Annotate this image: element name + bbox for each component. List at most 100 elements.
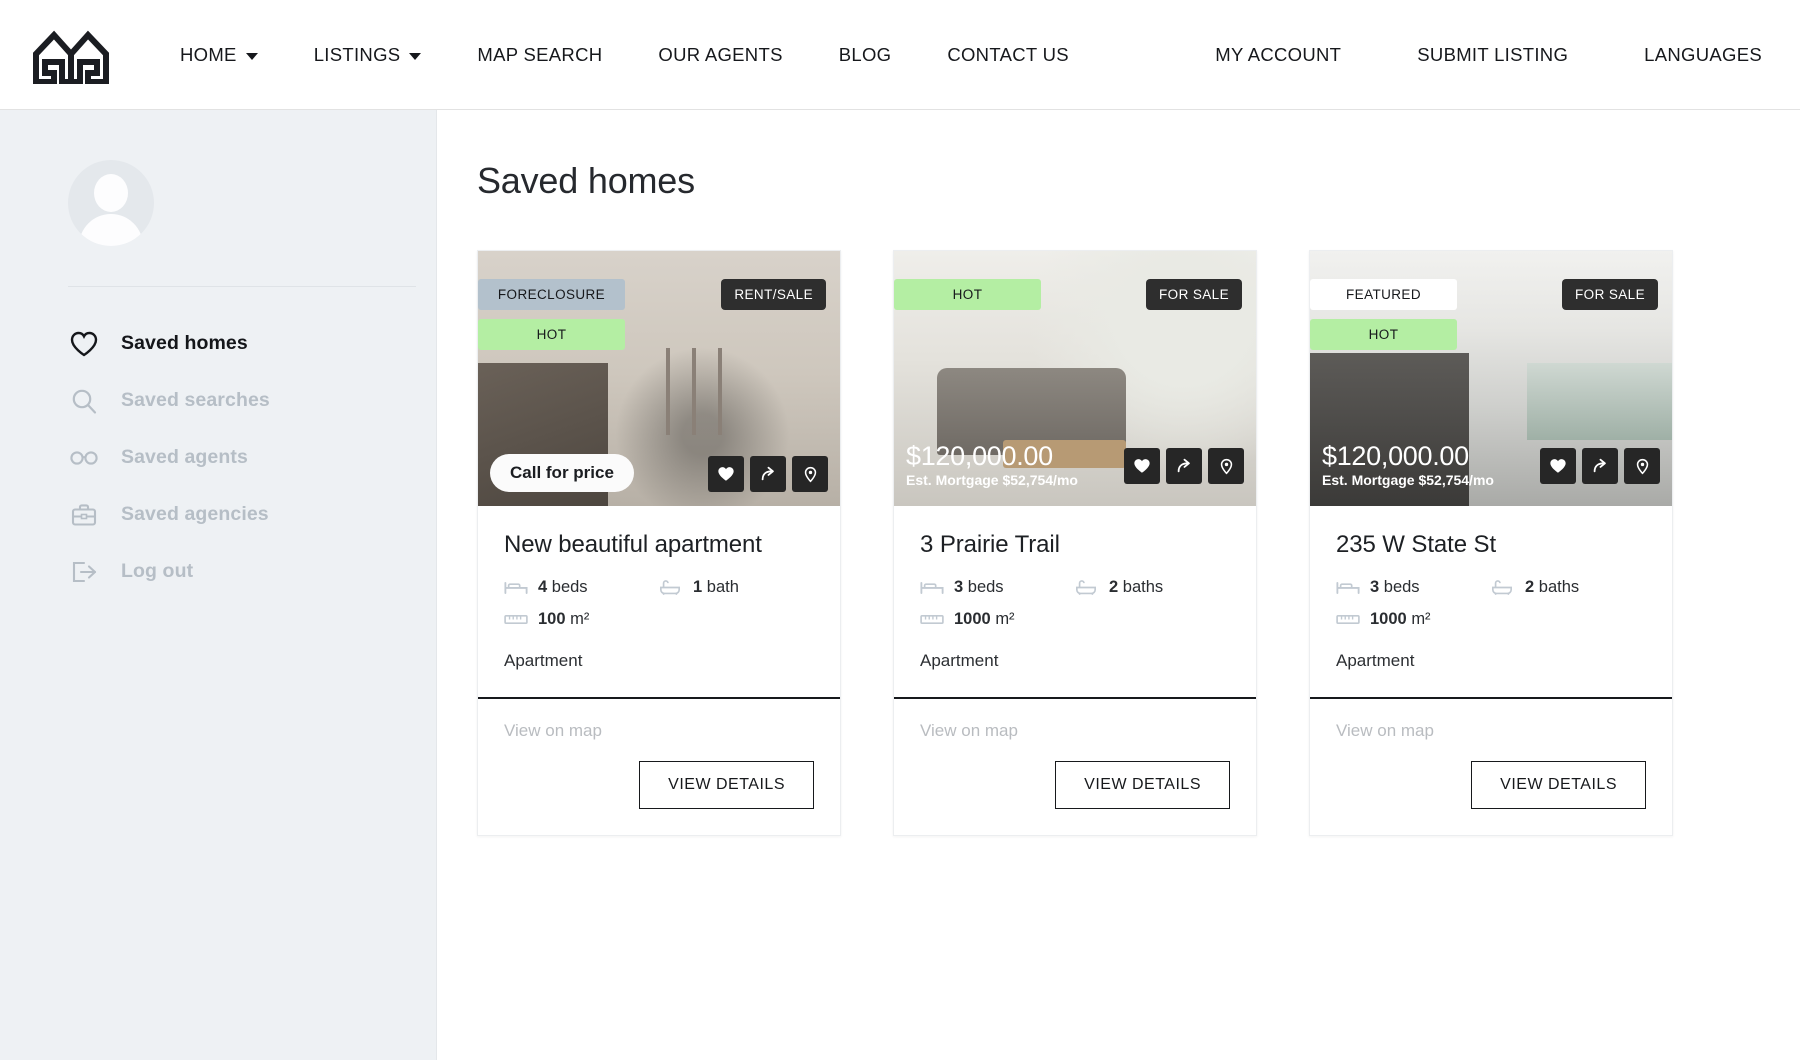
ruler-icon: [920, 609, 944, 629]
nav-label: HOME: [180, 43, 237, 65]
beds-count: 3: [954, 577, 964, 596]
property-specs: 4 beds 1 bath 100 m²: [504, 577, 814, 629]
baths-label: bath: [706, 577, 739, 596]
property-card[interactable]: FORECLOSURE HOT RENT/SALE Call for price: [477, 250, 841, 837]
map-pin-button[interactable]: [792, 456, 828, 492]
status-badge: HOT: [478, 319, 625, 350]
favorite-button[interactable]: [1124, 448, 1160, 485]
bath-icon: [1491, 577, 1515, 597]
area-unit: m²: [570, 609, 590, 628]
listing-type-badge: RENT/SALE: [721, 279, 826, 310]
property-media: FORECLOSURE HOT RENT/SALE Call for price: [478, 251, 840, 506]
view-on-map-link[interactable]: View on map: [504, 721, 814, 741]
nav-item-languages[interactable]: LANGUAGES: [1606, 44, 1762, 66]
view-details-button[interactable]: VIEW DETAILS: [1055, 761, 1230, 810]
ruler-icon: [504, 609, 528, 629]
nav-item-blog[interactable]: BLOG: [811, 44, 920, 66]
map-pin-button[interactable]: [1624, 448, 1660, 485]
status-badge: FEATURED: [1310, 279, 1457, 310]
sidebar-item-saved-agents[interactable]: Saved agents: [68, 429, 410, 486]
chevron-down-icon: [409, 52, 422, 60]
price-block: $120,000.00 Est. Mortgage $52,754/mo: [1322, 441, 1494, 490]
ruler-icon: [1336, 609, 1360, 629]
area-spec: 100 m²: [504, 609, 814, 629]
nav-item-our-agents[interactable]: OUR AGENTS: [630, 44, 810, 66]
area-spec: 1000 m²: [1336, 609, 1646, 629]
price-amount: $120,000.00: [1322, 440, 1469, 471]
share-button[interactable]: [750, 456, 786, 492]
baths-label: baths: [1538, 577, 1580, 596]
nav-label: MAP SEARCH: [477, 43, 603, 65]
bed-icon: [1336, 577, 1360, 597]
nav-item-contact-us[interactable]: CONTACT US: [919, 44, 1097, 66]
nav-item-listings[interactable]: LISTINGS: [286, 44, 450, 66]
media-bottom-bar: $120,000.00 Est. Mortgage $52,754/mo: [894, 441, 1256, 492]
bath-icon: [1075, 577, 1099, 597]
nav-label: MY ACCOUNT: [1215, 43, 1342, 65]
card-footer: View on map VIEW DETAILS: [1310, 697, 1672, 835]
beds-label: beds: [551, 577, 588, 596]
avatar[interactable]: [68, 160, 154, 246]
view-details-button[interactable]: VIEW DETAILS: [1471, 761, 1646, 810]
account-sidebar: Saved homes Saved searches Saved agents …: [0, 110, 437, 1060]
nav-label: LANGUAGES: [1644, 43, 1762, 65]
property-type: Apartment: [1336, 651, 1415, 671]
sidebar-item-label: Saved agents: [121, 446, 248, 468]
secondary-nav: MY ACCOUNT SUBMIT LISTING LANGUAGES: [1177, 44, 1762, 66]
sidebar-divider: [68, 286, 416, 287]
site-logo-icon[interactable]: [32, 26, 110, 85]
property-title: 235 W State St: [1336, 531, 1497, 558]
favorite-button[interactable]: [1540, 448, 1576, 485]
property-type: Apartment: [920, 651, 999, 671]
property-card[interactable]: HOT FOR SALE $120,000.00 Est. Mortgage $…: [893, 250, 1257, 837]
property-details: New beautiful apartment 4 beds 1 bath 10…: [478, 506, 840, 697]
sidebar-item-saved-searches[interactable]: Saved searches: [68, 372, 410, 429]
area-spec: 1000 m²: [920, 609, 1230, 629]
badge-group-left: HOT: [894, 279, 1041, 310]
bed-icon: [920, 577, 944, 597]
sidebar-item-saved-homes[interactable]: Saved homes: [68, 315, 410, 372]
media-bottom-bar: Call for price: [478, 454, 840, 492]
property-details: 235 W State St 3 beds 2 baths 1000 m² Ap…: [1310, 506, 1672, 697]
property-title: 3 Prairie Trail: [920, 531, 1060, 558]
nav-label: CONTACT US: [947, 43, 1069, 65]
beds-spec: 3 beds: [1336, 577, 1491, 597]
main-content: Saved homes FORECLOSURE HOT RENT/SALE Ca…: [437, 110, 1800, 1060]
primary-nav: HOME LISTINGS MAP SEARCH OUR AGENTS BLOG…: [152, 44, 1097, 66]
bath-icon: [659, 577, 683, 597]
view-details-button[interactable]: VIEW DETAILS: [639, 761, 814, 810]
nav-item-my-account[interactable]: MY ACCOUNT: [1177, 44, 1379, 66]
area-value: 1000: [954, 609, 991, 628]
avatar-head: [94, 174, 128, 212]
beds-spec: 4 beds: [504, 577, 659, 597]
status-badge: HOT: [894, 279, 1041, 310]
nav-item-submit-listing[interactable]: SUBMIT LISTING: [1379, 44, 1606, 66]
sidebar-item-log-out[interactable]: Log out: [68, 543, 410, 600]
listing-type-badge: FOR SALE: [1146, 279, 1242, 310]
favorite-button[interactable]: [708, 456, 744, 492]
nav-item-home[interactable]: HOME: [152, 44, 286, 66]
property-title: New beautiful apartment: [504, 531, 762, 558]
view-on-map-link[interactable]: View on map: [920, 721, 1230, 741]
view-on-map-link[interactable]: View on map: [1336, 721, 1646, 741]
nav-label: OUR AGENTS: [658, 43, 783, 65]
map-pin-button[interactable]: [1208, 448, 1244, 485]
page-title: Saved homes: [477, 160, 695, 201]
saved-homes-card-grid: FORECLOSURE HOT RENT/SALE Call for price: [477, 250, 1760, 837]
logout-icon: [68, 556, 100, 588]
card-action-buttons: [1124, 448, 1244, 485]
sidebar-item-label: Log out: [121, 560, 194, 582]
sidebar-item-saved-agencies[interactable]: Saved agencies: [68, 486, 410, 543]
baths-count: 2: [1525, 577, 1535, 596]
beds-label: beds: [1383, 577, 1420, 596]
area-value: 100: [538, 609, 566, 628]
share-button[interactable]: [1582, 448, 1618, 485]
baths-spec: 1 bath: [659, 577, 814, 597]
card-footer: View on map VIEW DETAILS: [894, 697, 1256, 835]
nav-item-map-search[interactable]: MAP SEARCH: [449, 44, 630, 66]
share-button[interactable]: [1166, 448, 1202, 485]
nav-label: SUBMIT LISTING: [1417, 43, 1569, 65]
property-card[interactable]: FEATURED HOT FOR SALE $120,000.00 Est. M…: [1309, 250, 1673, 837]
price-label: Call for price: [490, 454, 634, 492]
status-badge: HOT: [1310, 319, 1457, 350]
